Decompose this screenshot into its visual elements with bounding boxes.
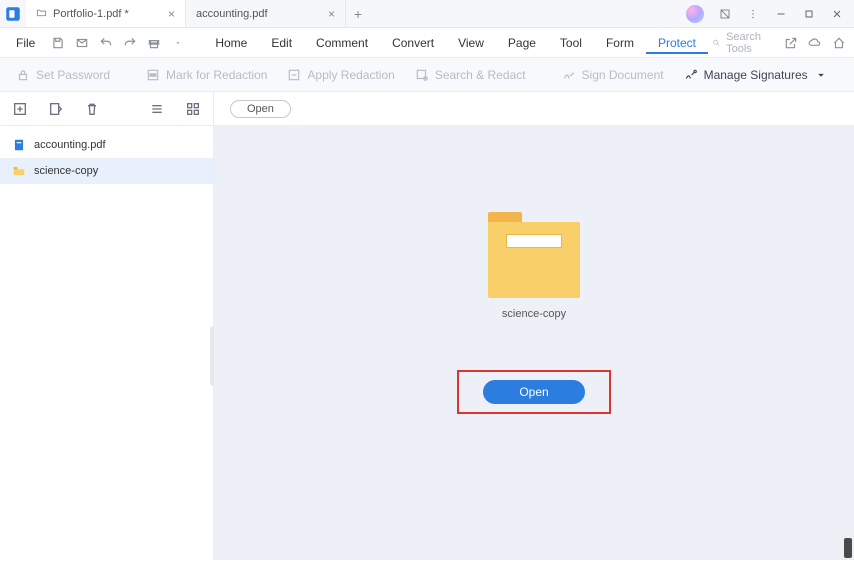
app-logo — [0, 1, 26, 27]
folder-icon — [36, 7, 47, 21]
tab-label: accounting.pdf — [196, 8, 268, 20]
ribbon-label: Apply Redaction — [307, 68, 394, 82]
quick-access — [47, 32, 189, 54]
ribbon-label: Mark for Redaction — [166, 68, 267, 82]
dropdown-icon[interactable] — [167, 32, 189, 54]
search-placeholder: Search Tools — [726, 31, 766, 55]
redact-mark-icon — [146, 68, 160, 82]
sidebar-toolbar — [0, 92, 214, 125]
window-controls — [686, 3, 854, 25]
home-icon[interactable] — [828, 32, 850, 54]
maximize-button[interactable] — [796, 3, 822, 25]
scrollbar-vertical[interactable] — [844, 538, 852, 558]
lock-icon — [16, 68, 30, 82]
highlighted-region: Open — [457, 370, 610, 414]
redo-icon[interactable] — [119, 32, 141, 54]
manage-signatures-button[interactable]: Manage Signatures — [676, 64, 836, 86]
chevron-down-icon — [814, 68, 828, 82]
cloud-icon[interactable] — [804, 32, 826, 54]
ribbon-label: Set Password — [36, 68, 110, 82]
list-view-button[interactable] — [147, 99, 167, 119]
ribbon-label: Sign Document — [582, 68, 664, 82]
menu-home[interactable]: Home — [203, 32, 259, 54]
minimize-button[interactable] — [768, 3, 794, 25]
panel-icon[interactable] — [712, 3, 738, 25]
main-menus: Home Edit Comment Convert View Page Tool… — [203, 32, 708, 54]
close-icon[interactable]: × — [168, 7, 175, 21]
new-tab-button[interactable]: + — [346, 0, 370, 27]
search-redact-icon — [415, 68, 429, 82]
portfolio-sidebar: accounting.pdf science-copy — [0, 126, 214, 560]
share-icon[interactable] — [780, 32, 802, 54]
file-name: science-copy — [34, 165, 98, 177]
undo-icon[interactable] — [95, 32, 117, 54]
redact-apply-icon — [287, 68, 301, 82]
menu-form[interactable]: Form — [594, 32, 646, 54]
manage-signatures-icon — [684, 68, 698, 82]
menu-bar: File Home Edit Comment Convert View Page… — [0, 28, 854, 58]
folder-preview: science-copy Open — [457, 212, 610, 414]
pdf-icon — [12, 138, 26, 152]
workspace: accounting.pdf science-copy science-copy… — [0, 126, 854, 560]
menu-edit[interactable]: Edit — [259, 32, 304, 54]
add-file-button[interactable] — [10, 99, 30, 119]
print-icon[interactable] — [143, 32, 165, 54]
menu-page[interactable]: Page — [496, 32, 548, 54]
canvas-toolbar: Open — [214, 100, 854, 118]
set-password-button[interactable]: Set Password — [8, 64, 118, 86]
portfolio-toolbar: Open — [0, 92, 854, 126]
save-icon[interactable] — [47, 32, 69, 54]
ribbon-label: Manage Signatures — [704, 68, 808, 82]
signature-icon — [562, 68, 576, 82]
sidebar-item-accounting[interactable]: accounting.pdf — [0, 132, 213, 158]
menu-comment[interactable]: Comment — [304, 32, 380, 54]
document-tabs: Portfolio-1.pdf * × accounting.pdf × + — [26, 0, 370, 27]
open-button[interactable]: Open — [483, 380, 584, 404]
sign-document-button[interactable]: Sign Document — [554, 64, 672, 86]
menu-convert[interactable]: Convert — [380, 32, 446, 54]
menu-file[interactable]: File — [8, 36, 43, 50]
folder-large-icon — [488, 212, 580, 298]
tab-label: Portfolio-1.pdf * — [53, 8, 129, 20]
menu-view[interactable]: View — [446, 32, 496, 54]
file-name: accounting.pdf — [34, 139, 106, 151]
mark-redaction-button[interactable]: Mark for Redaction — [138, 64, 275, 86]
sidebar-item-science-copy[interactable]: science-copy — [0, 158, 213, 184]
ai-orb-icon[interactable] — [686, 5, 704, 23]
tab-accounting[interactable]: accounting.pdf × — [186, 0, 346, 27]
menu-protect[interactable]: Protect — [646, 32, 708, 54]
folder-icon — [12, 164, 26, 178]
right-icons — [780, 32, 850, 54]
apply-redaction-button[interactable]: Apply Redaction — [279, 64, 402, 86]
menu-tool[interactable]: Tool — [548, 32, 594, 54]
preview-canvas: science-copy Open — [214, 126, 854, 560]
kebab-icon[interactable] — [740, 3, 766, 25]
folder-name-label: science-copy — [502, 308, 566, 320]
search-tools[interactable]: Search Tools — [712, 31, 766, 55]
grid-view-button[interactable] — [183, 99, 203, 119]
close-button[interactable] — [824, 3, 850, 25]
search-icon — [712, 36, 720, 49]
mail-icon[interactable] — [71, 32, 93, 54]
tab-portfolio[interactable]: Portfolio-1.pdf * × — [26, 0, 186, 27]
ribbon-label: Search & Redact — [435, 68, 526, 82]
search-redact-button[interactable]: Search & Redact — [407, 64, 534, 86]
title-bar: Portfolio-1.pdf * × accounting.pdf × + — [0, 0, 854, 28]
ribbon-protect: Set Password Mark for Redaction Apply Re… — [0, 58, 854, 92]
close-icon[interactable]: × — [328, 7, 335, 21]
open-pill-button[interactable]: Open — [230, 100, 291, 118]
extract-button[interactable] — [46, 99, 66, 119]
delete-button[interactable] — [82, 99, 102, 119]
